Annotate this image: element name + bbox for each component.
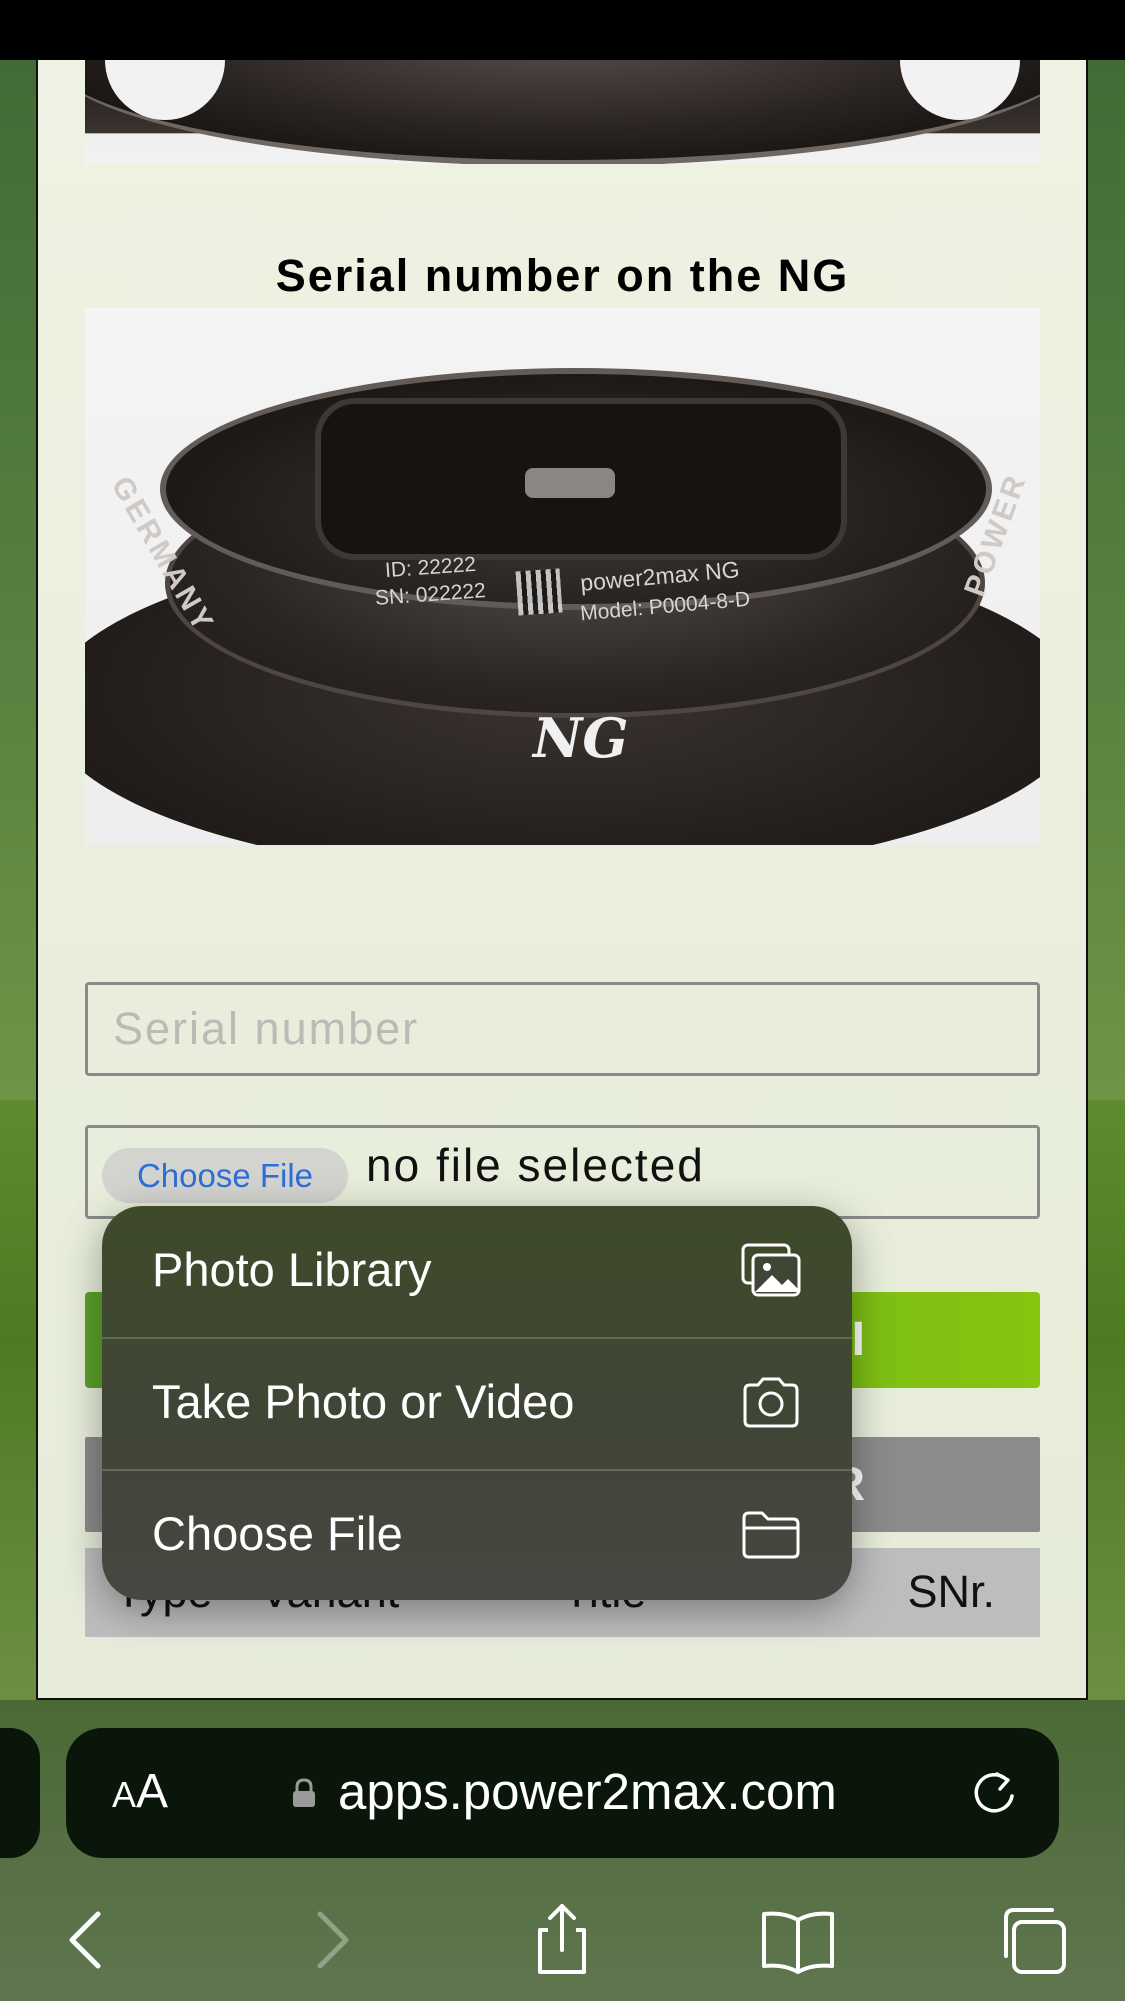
folder-icon [742,1511,800,1559]
camera-icon [743,1377,799,1428]
menu-item-choose-file[interactable]: Choose File [102,1470,852,1600]
share-icon[interactable] [522,1900,602,1980]
column-header-snr: SNr. [907,1566,995,1617]
text-size-button[interactable]: AA [112,1764,168,1819]
menu-item-label: Take Photo or Video [152,1375,575,1428]
reload-icon[interactable] [967,1766,1021,1820]
address-bar[interactable]: AA apps.power2max.com [66,1728,1059,1858]
forward-icon[interactable] [290,1900,370,1980]
ng-logo: NG [533,706,629,770]
photo-library-icon [741,1243,801,1297]
tabs-icon[interactable] [994,1900,1074,1980]
serial-number-input[interactable] [85,982,1040,1076]
serial-number-photo: GERMANY POWER ID: 22222 SN: 022222 power… [85,308,1040,845]
bookmarks-icon[interactable] [758,1900,838,1980]
menu-item-label: Photo Library [152,1243,432,1296]
status-bar [0,0,1125,60]
menu-item-label: Choose File [152,1507,403,1560]
url-text[interactable]: apps.power2max.com [338,1762,837,1821]
datamatrix-code [515,568,563,616]
menu-item-take-photo[interactable]: Take Photo or Video [102,1338,852,1469]
back-icon[interactable] [48,1900,128,1980]
file-input[interactable]: Choose File no file selected [85,1125,1040,1219]
browser-toolbar [0,1880,1125,2001]
file-source-menu: Photo Library Take Photo or Video Choose… [102,1206,852,1600]
section-title: Serial number on the NG [275,250,850,301]
previous-tab-edge[interactable] [0,1728,40,1858]
choose-file-button[interactable]: Choose File [102,1148,348,1203]
menu-item-photo-library[interactable]: Photo Library [102,1206,852,1337]
product-photo-top [85,60,1040,164]
file-status-text: no file selected [366,1139,705,1191]
lock-icon [293,1778,315,1807]
